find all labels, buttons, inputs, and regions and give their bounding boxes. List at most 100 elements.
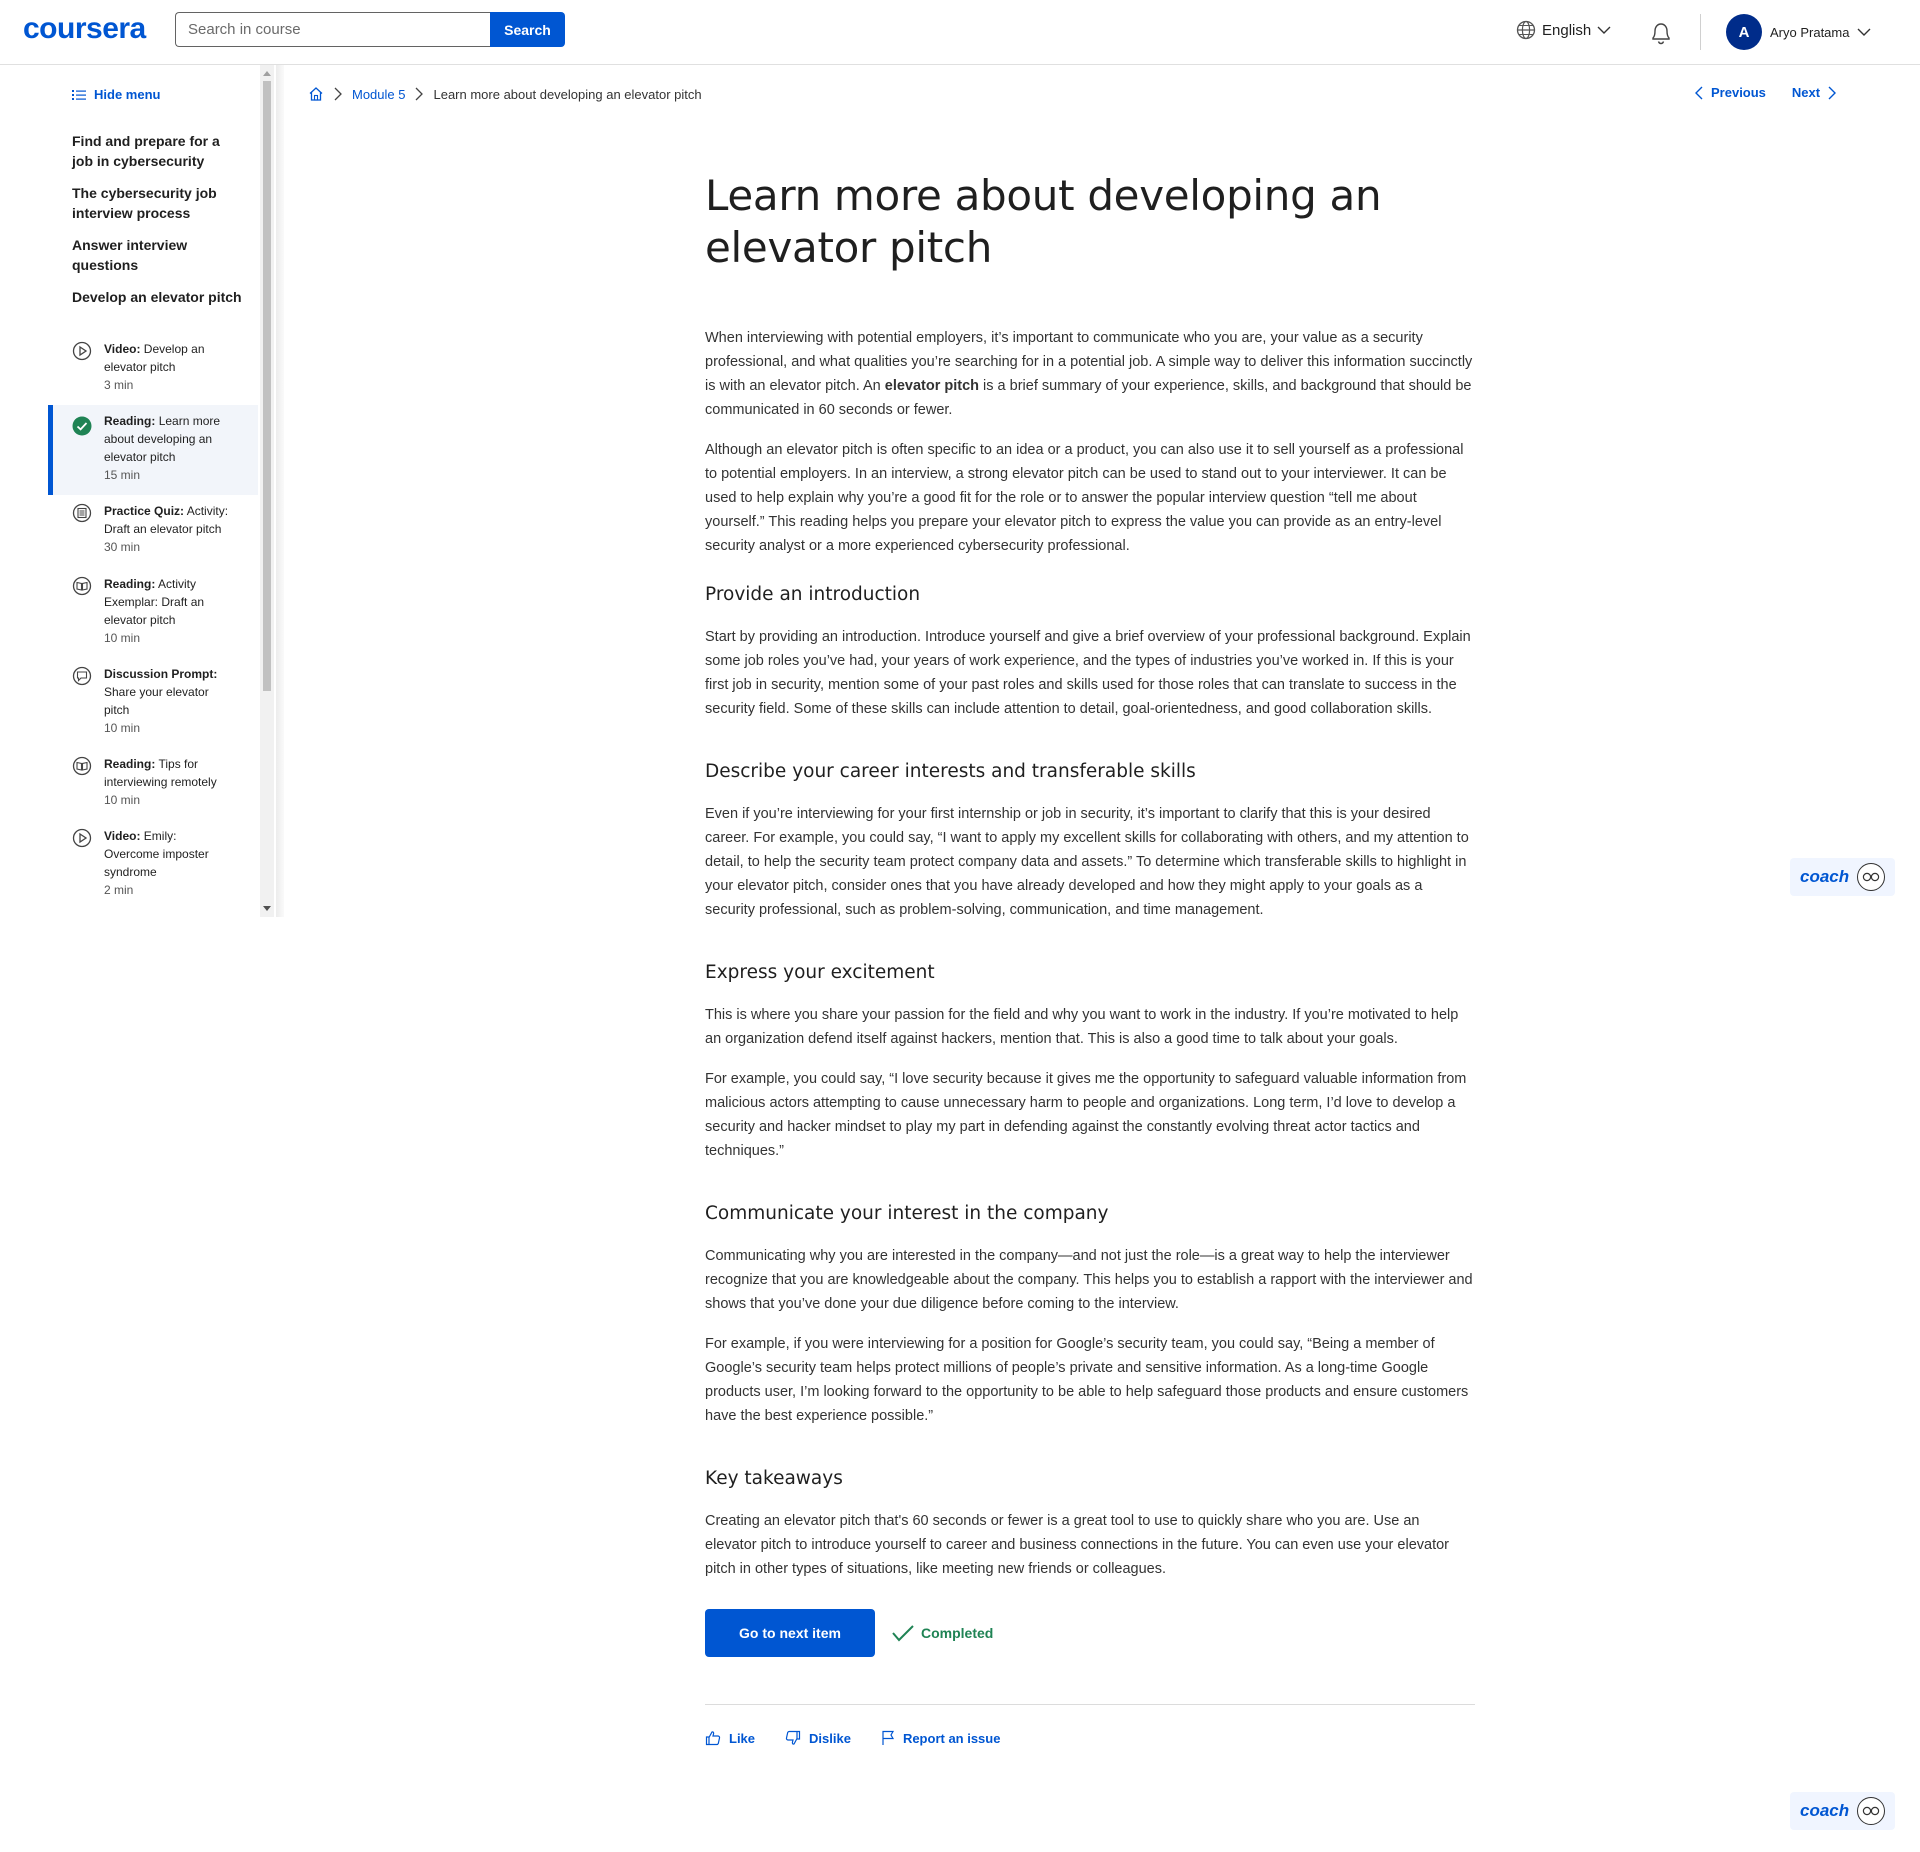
item-duration: 30 min <box>104 540 141 554</box>
coach-button-bottom[interactable]: coach <box>1790 1792 1895 1830</box>
paragraph-career-interests: Even if you’re interviewing for your fir… <box>705 806 1469 918</box>
sidebar-item-video-develop-pitch[interactable]: Video: Develop an elevator pitch 3 min <box>48 340 258 394</box>
checkmark-icon <box>892 1625 914 1642</box>
chevron-left-icon <box>1695 86 1703 99</box>
item-duration: 10 min <box>104 631 141 645</box>
sidebar-item-reading-learn-more[interactable]: Reading: Learn more about developing an … <box>48 405 258 495</box>
intro-paragraph: When interviewing with potential employe… <box>705 326 1475 422</box>
sidebar-item-video-imposter-syndrome[interactable]: Video: Emily: Overcome imposter syndrome… <box>48 827 258 899</box>
breadcrumb-current: Learn more about developing an elevator … <box>433 86 702 102</box>
hide-menu-button[interactable]: Hide menu <box>72 87 160 102</box>
item-duration: 15 min <box>104 468 141 482</box>
language-label: English <box>1542 21 1592 39</box>
reading-content: Learn more about developing an elevator … <box>705 170 1475 1597</box>
item-type: Discussion Prompt: <box>104 667 218 681</box>
term-elevator-pitch: elevator pitch <box>884 378 980 394</box>
item-title: Share your elevator pitch <box>104 685 209 717</box>
previous-button[interactable]: Previous <box>1695 85 1766 100</box>
previous-label: Previous <box>1711 85 1766 100</box>
sidebar-item-quiz-draft-pitch[interactable]: Practice Quiz: Activity: Draft an elevat… <box>48 502 258 556</box>
paragraph-intro-2: Although an elevator pitch is often spec… <box>705 442 1464 554</box>
item-duration: 10 min <box>104 793 141 807</box>
list-icon <box>72 89 86 100</box>
thumbs-down-icon <box>785 1730 801 1745</box>
sidebar-edge <box>276 65 284 917</box>
language-selector[interactable]: English <box>1516 20 1611 40</box>
like-button[interactable]: Like <box>705 1730 755 1746</box>
paragraph-company-2: For example, if you were interviewing fo… <box>705 1336 1469 1424</box>
breadcrumb: Module 5 Learn more about developing an … <box>308 86 702 102</box>
top-header: coursera Search English A Aryo Pratama <box>0 0 1920 65</box>
paragraph-key-takeaways: Creating an elevator pitch that's 60 sec… <box>705 1513 1449 1577</box>
scroll-up-arrow[interactable] <box>263 71 271 76</box>
heading-career-interests: Describe your career interests and trans… <box>705 761 1196 782</box>
report-issue-label: Report an issue <box>902 1730 1001 1746</box>
next-button[interactable]: Next <box>1791 85 1837 100</box>
coach-label: coach <box>1800 867 1850 886</box>
chevron-right-icon <box>1828 86 1837 99</box>
sidebar-item-reading-exemplar[interactable]: Reading: Activity Exemplar: Draft an ele… <box>48 575 258 647</box>
search-button[interactable]: Search <box>490 12 565 47</box>
chevron-right-icon <box>334 87 342 101</box>
paragraph-introduction: Start by providing an introduction. Intr… <box>705 629 1471 717</box>
item-type: Video: <box>104 342 141 356</box>
page-title: Learn more about developing an elevator … <box>705 171 1382 272</box>
heading-company-interest: Communicate your interest in the company <box>705 1203 1109 1224</box>
discussion-icon <box>72 666 92 686</box>
coursera-logo[interactable]: coursera <box>23 12 146 46</box>
avatar: A <box>1726 14 1762 50</box>
like-label: Like <box>729 1730 756 1746</box>
heading-excitement: Express your excitement <box>705 962 935 983</box>
play-icon <box>72 341 92 361</box>
item-duration: 3 min <box>104 378 134 392</box>
item-type: Reading: <box>104 414 156 428</box>
chevron-down-icon <box>1597 26 1611 34</box>
next-label: Next <box>1791 85 1821 100</box>
heading-key-takeaways: Key takeaways <box>705 1468 843 1489</box>
completion-actions: Go to next item Completed <box>705 1609 993 1657</box>
item-navigation: Previous Next <box>1695 85 1837 100</box>
search-input[interactable] <box>175 12 490 47</box>
sidebar-item-reading-remote-tips[interactable]: Reading: Tips for interviewing remotely … <box>48 755 258 809</box>
book-icon <box>72 576 92 596</box>
user-menu[interactable]: A Aryo Pratama <box>1726 14 1871 50</box>
book-icon <box>72 756 92 776</box>
sidebar-scrollbar[interactable] <box>260 65 274 917</box>
coach-icon <box>1857 863 1885 891</box>
notifications-button[interactable] <box>1649 20 1673 51</box>
sidebar-module-interview-process[interactable]: The cybersecurity job interview process <box>72 183 242 223</box>
user-name: Aryo Pratama <box>1770 24 1850 40</box>
chevron-right-icon <box>416 87 424 101</box>
go-to-next-item-button[interactable]: Go to next item <box>705 1609 875 1657</box>
globe-icon <box>1516 20 1536 40</box>
paragraph-company-1: Communicating why you are interested in … <box>705 1248 1473 1312</box>
report-issue-button[interactable]: Report an issue <box>881 1730 1001 1746</box>
bell-icon <box>1652 23 1670 45</box>
header-divider <box>1700 14 1701 50</box>
sidebar-module-elevator-pitch[interactable]: Develop an elevator pitch <box>72 287 242 307</box>
dislike-label: Dislike <box>809 1730 851 1746</box>
play-icon <box>72 828 92 848</box>
coach-button[interactable]: coach <box>1790 858 1895 896</box>
completed-label: Completed <box>921 1625 994 1641</box>
flag-icon <box>882 1730 894 1745</box>
paragraph-excitement-2: For example, you could say, “I love secu… <box>705 1071 1467 1159</box>
completed-status: Completed <box>891 1623 993 1643</box>
scroll-down-arrow[interactable] <box>263 906 271 911</box>
divider <box>705 1704 1475 1705</box>
course-sidebar: Hide menu Find and prepare for a job in … <box>0 65 276 917</box>
sidebar-item-discussion-share-pitch[interactable]: Discussion Prompt: Share your elevator p… <box>48 665 258 737</box>
sidebar-module-answer-questions[interactable]: Answer interview questions <box>72 235 242 275</box>
heading-introduction: Provide an introduction <box>705 584 921 605</box>
item-type: Reading: <box>104 577 156 591</box>
item-duration: 10 min <box>104 721 141 735</box>
home-icon[interactable] <box>308 86 324 102</box>
item-type: Reading: <box>104 757 156 771</box>
dislike-button[interactable]: Dislike <box>785 1730 851 1746</box>
scroll-thumb[interactable] <box>263 81 271 691</box>
hide-menu-label: Hide menu <box>94 87 161 102</box>
sidebar-module-find-job[interactable]: Find and prepare for a job in cybersecur… <box>72 131 242 171</box>
item-duration: 2 min <box>104 883 134 897</box>
breadcrumb-module[interactable]: Module 5 <box>352 87 405 102</box>
item-type: Video: <box>104 829 141 843</box>
